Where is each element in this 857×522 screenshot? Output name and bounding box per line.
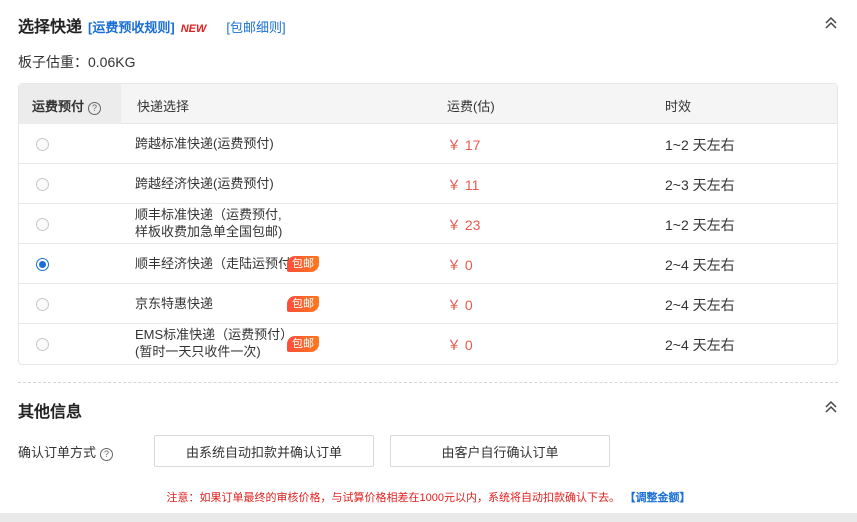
courier-time: 1~2 天左右 — [665, 217, 735, 233]
courier-name: 京东特惠快递 — [135, 296, 214, 311]
courier-price: ￥ 0 — [447, 337, 473, 353]
courier-price: ￥ 11 — [447, 177, 480, 193]
table-row[interactable]: EMS标准快递（运费预付） (暂时一天只收件一次) 包邮 ￥ 0 2~4 天左右 — [19, 324, 837, 364]
courier-price: ￥ 0 — [447, 257, 473, 273]
courier-name: 跨越标准快递(运费预付) — [135, 136, 274, 151]
other-section-header: 其他信息 — [18, 398, 82, 422]
header-time: 时效 — [665, 99, 692, 114]
table-row[interactable]: 跨越标准快递(运费预付) ￥ 17 1~2 天左右 — [19, 124, 837, 164]
header-courier: 快递选择 — [137, 99, 190, 114]
courier-name: EMS标准快递（运费预付） (暂时一天只收件一次) — [135, 327, 294, 359]
courier-price: ￥ 23 — [447, 217, 481, 233]
shipping-rules-link[interactable]: [运费预收规则] — [88, 17, 175, 36]
courier-price: ￥ 0 — [447, 297, 473, 313]
auto-confirm-button[interactable]: 由系统自动扣款并确认订单 — [154, 435, 374, 467]
table-row[interactable]: 顺丰经济快递（走陆运预付 包邮 ￥ 0 2~4 天左右 — [19, 244, 837, 284]
table-row[interactable]: 跨越经济快递(运费预付) ￥ 11 2~3 天左右 — [19, 164, 837, 204]
courier-radio[interactable] — [36, 178, 49, 191]
header-fee: 运费(估) — [447, 99, 495, 114]
courier-price: ￥ 17 — [447, 137, 481, 153]
table-row[interactable]: 京东特惠快递 包邮 ￥ 0 2~4 天左右 — [19, 284, 837, 324]
shipping-section-header: 选择快递 [运费预收规则] NEW [包邮细则] — [18, 13, 286, 37]
free-shipping-badge: 包邮 — [287, 296, 319, 312]
courier-time: 2~4 天左右 — [665, 337, 735, 353]
free-shipping-badge: 包邮 — [287, 256, 319, 272]
prepay-help-icon[interactable]: ? — [88, 102, 102, 115]
courier-radio[interactable] — [36, 218, 49, 231]
courier-rows: 跨越标准快递(运费预付) ￥ 17 1~2 天左右 跨越经济快递(运费预付) ￥ 11 2… — [19, 124, 837, 364]
courier-name: 顺丰标准快递（运费预付, 样板收费加急单全国包邮) — [135, 207, 283, 239]
new-badge: NEW — [180, 23, 207, 35]
section-divider — [18, 382, 838, 383]
courier-table: 运费预付? 快递选择 运费(估) 时效 跨越标准快递(运费预付) ￥ 17 1~2 … — [18, 83, 838, 365]
courier-time: 2~4 天左右 — [665, 297, 735, 313]
table-header: 运费预付? 快递选择 运费(估) 时效 — [19, 84, 837, 124]
free-shipping-badge: 包邮 — [287, 336, 319, 352]
courier-name: 跨越经济快递(运费预付) — [135, 176, 274, 191]
notice-text: 注意：如果订单最终的审核价格，与试算价格相差在1000元以内，系统将自动扣款确认… — [166, 492, 691, 504]
manual-confirm-button[interactable]: 由客户自行确认订单 — [390, 435, 610, 467]
courier-time: 1~2 天左右 — [665, 137, 735, 153]
confirm-help-icon[interactable]: ? — [100, 448, 114, 461]
free-shipping-rules-link[interactable]: [包邮细则] — [226, 17, 285, 36]
bottom-band — [0, 513, 857, 522]
adjust-amount-link[interactable]: 【调整金额】 — [630, 492, 691, 504]
courier-name: 顺丰经济快递（走陆运预付 — [135, 256, 292, 271]
collapse-other-icon[interactable] — [823, 399, 839, 415]
board-weight: 板子估重：0.06KG — [18, 54, 136, 70]
table-row[interactable]: 顺丰标准快递（运费预付, 样板收费加急单全国包邮) ￥ 23 1~2 天左右 — [19, 204, 837, 244]
header-prepay: 运费预付? — [32, 96, 102, 115]
collapse-shipping-icon[interactable] — [823, 15, 839, 31]
other-title: 其他信息 — [18, 404, 83, 421]
courier-time: 2~3 天左右 — [665, 177, 735, 193]
courier-time: 2~4 天左右 — [665, 257, 735, 273]
courier-radio[interactable] — [36, 138, 49, 151]
confirm-method-label: 确认订单方式? — [18, 442, 114, 461]
courier-radio[interactable] — [36, 258, 49, 271]
shipping-title: 选择快递 — [18, 19, 83, 36]
courier-radio[interactable] — [36, 298, 49, 311]
courier-radio[interactable] — [36, 338, 49, 351]
